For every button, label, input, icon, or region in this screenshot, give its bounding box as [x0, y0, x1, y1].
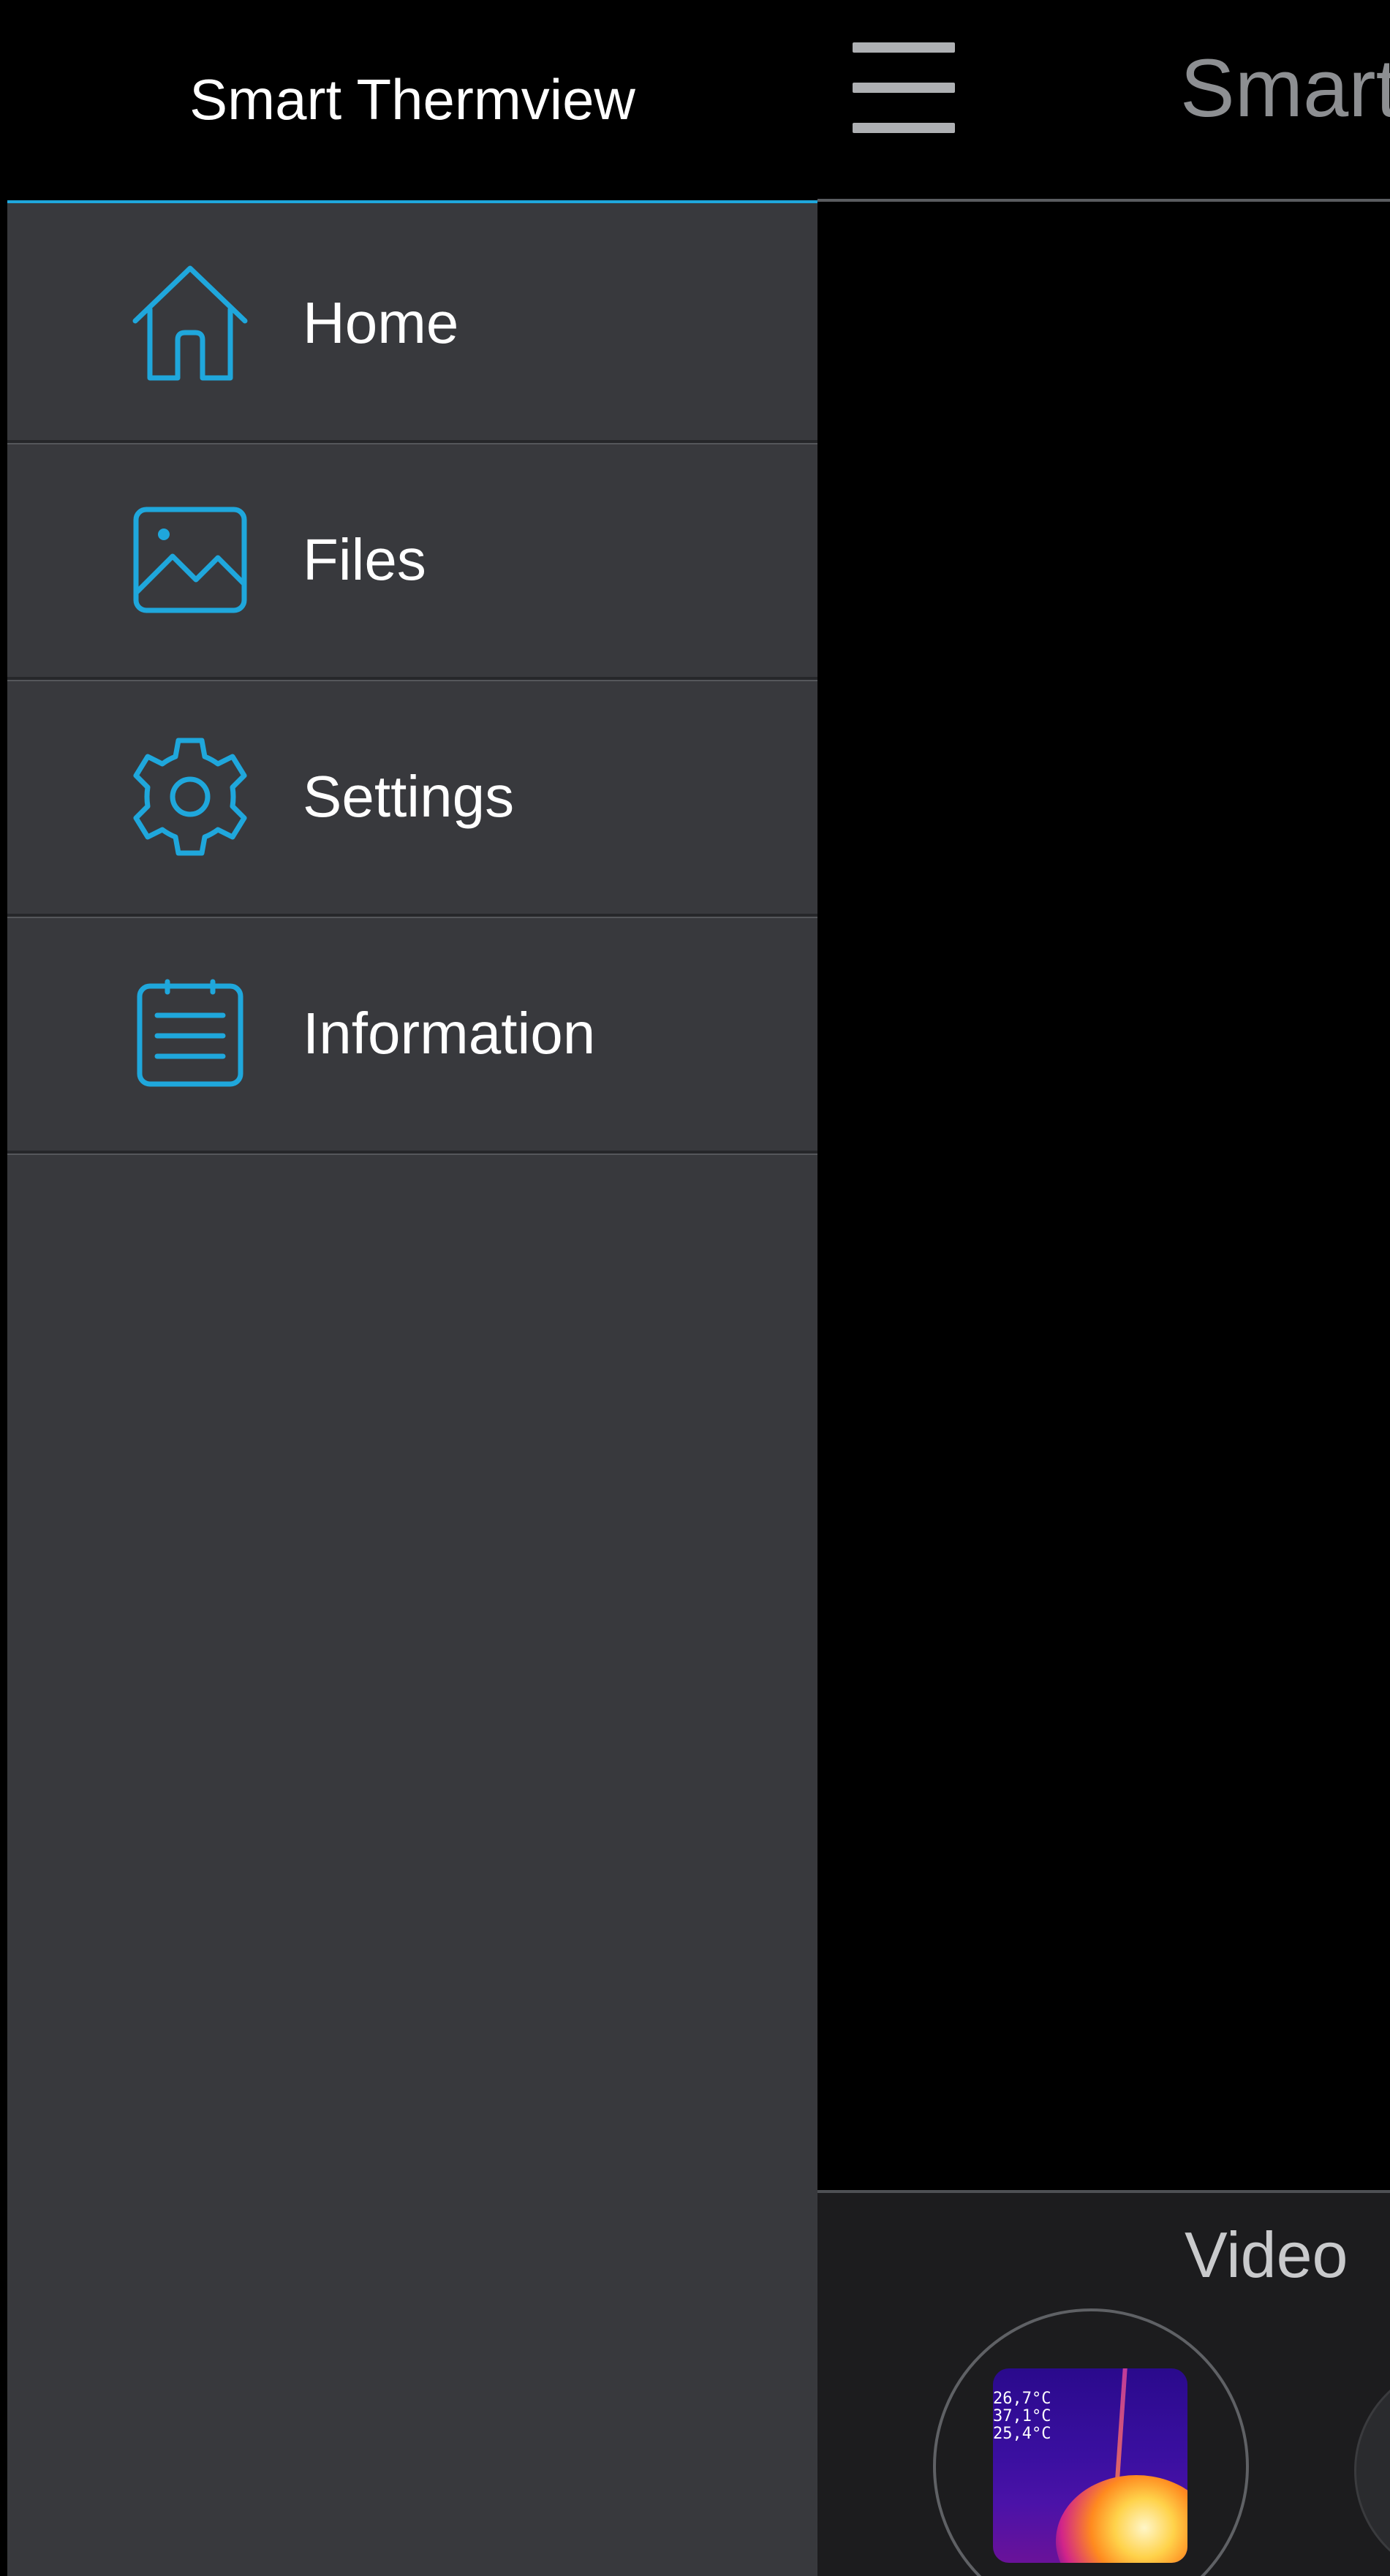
screen: Smart Thermview Video 26,7°C37,1°C25,4°C… [0, 0, 1390, 2576]
menu-icon[interactable] [853, 42, 958, 133]
temp-center: 37,1°C [993, 2407, 1051, 2425]
gear-icon [124, 731, 256, 863]
menu-icon-bar [853, 42, 955, 53]
camera-viewport [817, 202, 1390, 2190]
app-title: Smart Thermview [1180, 42, 1390, 134]
drawer-item-home[interactable]: Home [7, 206, 817, 443]
thermal-hotspot [1056, 2475, 1187, 2563]
capture-mode-label[interactable]: Video [1185, 2218, 1348, 2292]
drawer-item-label: Settings [303, 764, 515, 829]
drawer-title: Smart Thermview [189, 67, 635, 132]
home-icon [124, 257, 256, 389]
navigation-drawer: Smart Thermview Home Files Settings Info… [7, 12, 817, 2576]
drawer-item-files[interactable]: Files [7, 443, 817, 680]
drawer-item-label: Files [303, 527, 426, 592]
drawer-menu: Home Files Settings Information [7, 206, 817, 1153]
drawer-item-settings[interactable]: Settings [7, 680, 817, 917]
drawer-header: Smart Thermview [7, 12, 817, 203]
notepad-icon [124, 968, 256, 1099]
drawer-item-label: Information [303, 1001, 596, 1066]
drawer-item-information[interactable]: Information [7, 917, 817, 1153]
image-icon [124, 494, 256, 626]
menu-icon-bar [853, 123, 955, 133]
temp-max: 26,7°C [993, 2390, 1051, 2408]
menu-icon-bar [853, 83, 955, 93]
thermal-thumbnail[interactable]: 26,7°C 37,1°C 25,4°C [993, 2368, 1187, 2563]
temp-min: 25,4°C [993, 2425, 1051, 2443]
drawer-item-label: Home [303, 290, 459, 355]
thumbnail-temperatures: 26,7°C 37,1°C 25,4°C [993, 2390, 1051, 2443]
